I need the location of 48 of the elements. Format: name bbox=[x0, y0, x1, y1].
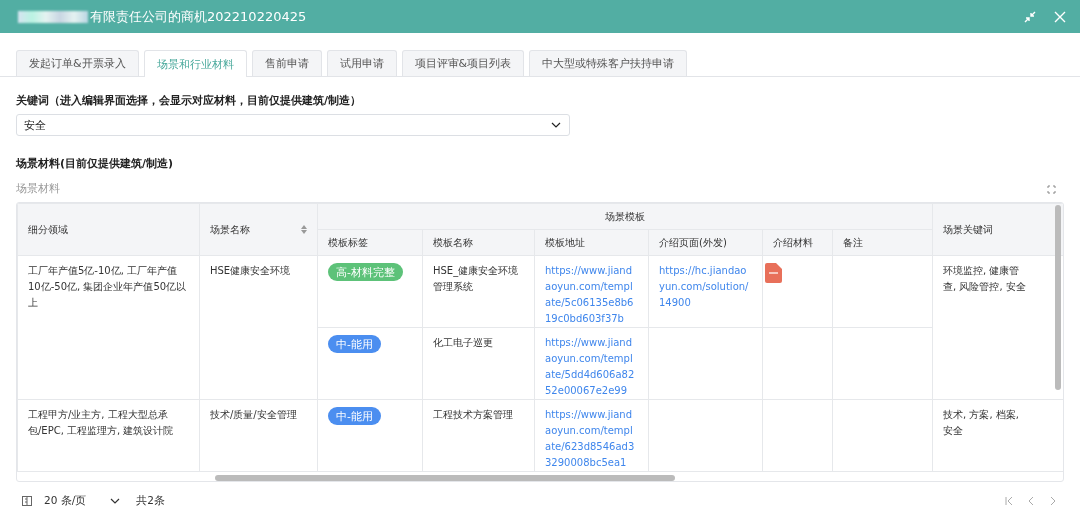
tab[interactable]: 项目评审&项目列表 bbox=[401, 50, 525, 76]
tab[interactable]: 试用申请 bbox=[326, 50, 397, 76]
table-cell: 工厂年产值5亿-10亿, 工厂年产值10亿-50亿, 集团企业年产值50亿以上 bbox=[17, 255, 200, 400]
column-header: 介绍材料 bbox=[762, 229, 833, 256]
pdf-file-icon[interactable] bbox=[765, 263, 782, 283]
tab[interactable]: 发起订单&开票录入 bbox=[16, 50, 139, 76]
sort-icon bbox=[301, 225, 307, 234]
first-page-button[interactable] bbox=[1004, 496, 1014, 506]
total-count: 共2条 bbox=[136, 494, 166, 508]
tab[interactable]: 中大型或特殊客户扶持申请 bbox=[529, 50, 688, 76]
column-header: 备注 bbox=[832, 229, 933, 256]
horizontal-scrollbar[interactable] bbox=[215, 475, 675, 481]
collapse-button[interactable] bbox=[1024, 10, 1036, 23]
next-page-button[interactable] bbox=[1048, 496, 1058, 506]
keyword-label: 关键词（进入编辑界面选择，会显示对应材料，目前仅提供建筑/制造） bbox=[16, 93, 363, 108]
table-cell: HSE_健康安全环境管理系统 bbox=[422, 255, 535, 328]
previous-page-button[interactable] bbox=[1026, 496, 1036, 506]
vertical-scrollbar[interactable] bbox=[1055, 205, 1061, 390]
field-label: 场景材料 bbox=[16, 182, 60, 196]
page-icon bbox=[22, 496, 32, 506]
column-header: 介绍页面(外发) bbox=[648, 229, 763, 256]
column-header: 模板标签 bbox=[317, 229, 423, 256]
table-cell: HSE健康安全环境 bbox=[199, 255, 318, 400]
table-cell: 工程技术方案管理 bbox=[422, 399, 535, 472]
redacted-text bbox=[18, 10, 88, 23]
chevron-down-icon bbox=[110, 496, 121, 506]
table-cell: 工程甲方/业主方, 工程大型总承包/EPC, 工程监理方, 建筑设计院 bbox=[17, 399, 200, 472]
chevron-down-icon bbox=[551, 120, 561, 130]
column-header: 模板地址 bbox=[534, 229, 649, 256]
tag: 中-能用 bbox=[328, 335, 381, 353]
fullscreen-icon[interactable] bbox=[1047, 184, 1056, 194]
keyword-select[interactable]: 安全 bbox=[16, 114, 570, 136]
close-button[interactable] bbox=[1054, 10, 1066, 23]
page-size-select[interactable]: 20 条/页 bbox=[44, 494, 121, 508]
section-heading: 场景材料(目前仅提供建筑/制造) bbox=[16, 156, 175, 171]
column-header: 场景关键词 bbox=[932, 203, 1063, 256]
window-title: 有限责任公司的商机202210220425 bbox=[90, 7, 308, 26]
table-cell: 化工电子巡更 bbox=[422, 327, 535, 400]
tab[interactable]: 售前申请 bbox=[251, 50, 322, 76]
column-header: 场景模板 bbox=[317, 203, 933, 230]
table-cell-text: 技术, 方案, 档案, 安全 bbox=[943, 408, 1020, 438]
column-header: 模板名称 bbox=[422, 229, 535, 256]
table-cell-text: 环境监控, 健康管 查, 风险管控, 安全 bbox=[943, 264, 1027, 294]
column-header: 细分领域 bbox=[17, 203, 200, 256]
column-header[interactable]: 场景名称 bbox=[199, 203, 318, 256]
tag: 高-材料完整 bbox=[328, 263, 403, 281]
table-cell: 技术/质量/安全管理 bbox=[199, 399, 318, 472]
tag: 中-能用 bbox=[328, 407, 381, 425]
